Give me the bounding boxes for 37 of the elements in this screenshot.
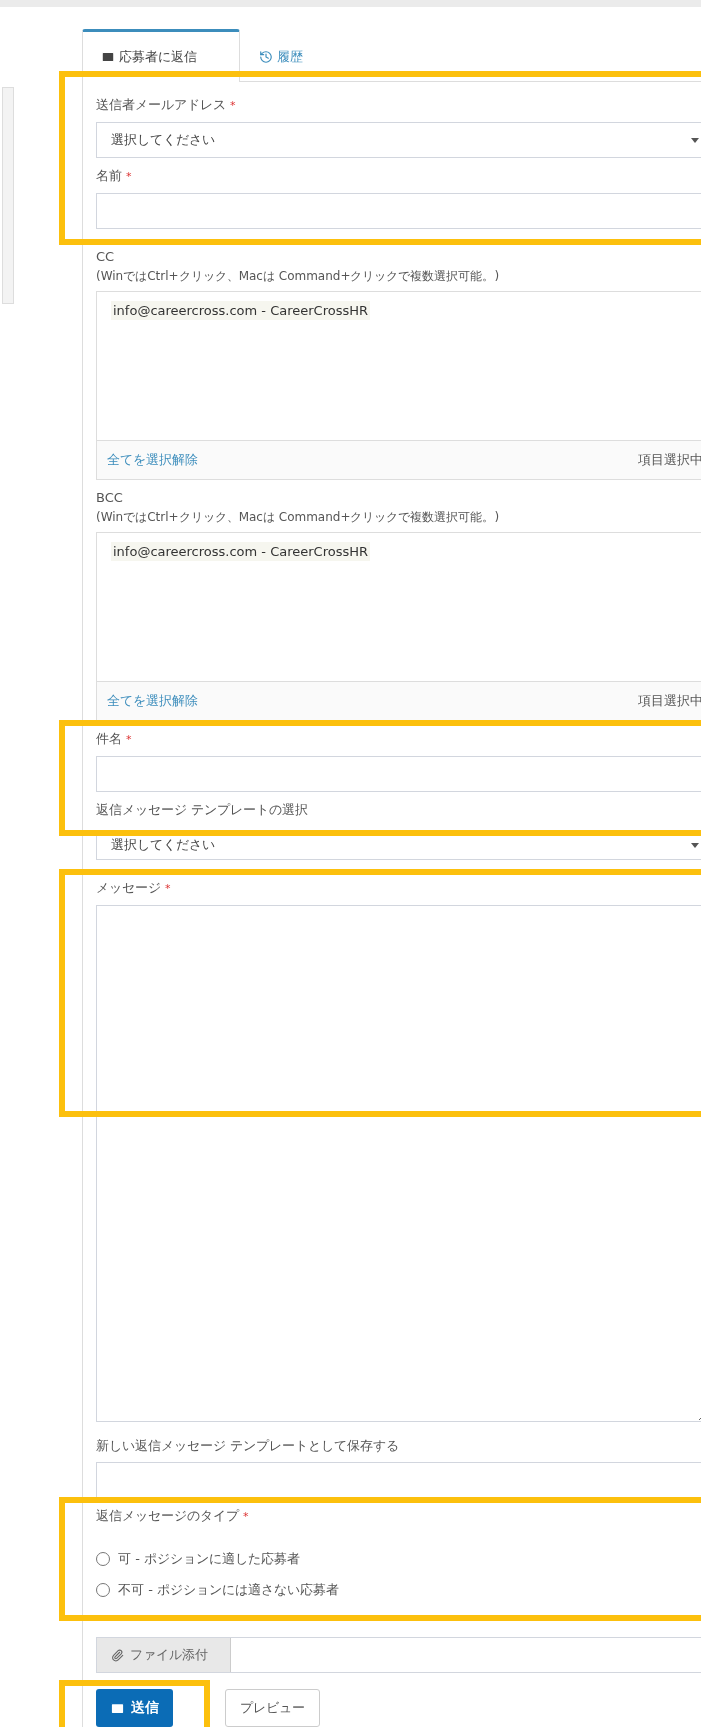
field-label: メッセージ * bbox=[96, 879, 172, 897]
message-textarea[interactable] bbox=[96, 905, 701, 1422]
field-label: CC bbox=[96, 248, 116, 266]
field-label: 名前 * bbox=[96, 167, 133, 185]
radio-label[interactable]: 可 - ポジションに適した応募者 bbox=[118, 1549, 300, 1568]
field-label: 送信者メールアドレス * bbox=[96, 96, 237, 114]
tab[interactable]: 履歴 bbox=[240, 29, 322, 82]
deselect-all-link[interactable]: 全てを選択解除 bbox=[107, 451, 198, 469]
selection-status: 項目選択中 bbox=[638, 692, 701, 710]
field-label: 件名 * bbox=[96, 730, 133, 748]
text-field[interactable] bbox=[96, 193, 701, 229]
history-icon bbox=[259, 50, 273, 64]
paperclip-icon bbox=[111, 1648, 124, 1662]
text-field[interactable] bbox=[96, 1462, 701, 1498]
preview-button[interactable]: プレビュー bbox=[225, 1689, 320, 1727]
selection-status: 項目選択中 bbox=[638, 451, 701, 469]
attach-file-button[interactable]: ファイル添付 bbox=[97, 1638, 231, 1672]
radio-button[interactable] bbox=[96, 1551, 110, 1566]
radio-button[interactable] bbox=[96, 1582, 110, 1597]
file-field[interactable]: ファイル添付 bbox=[96, 1637, 701, 1673]
listbox[interactable]: info@careercross.com - CareerCrossHR 全てを選択解除 項目選択中 bbox=[96, 532, 701, 721]
field-label: 新しい返信メッセージ テンプレートとして保存する bbox=[96, 1437, 401, 1455]
caret-icon bbox=[691, 137, 699, 143]
send-button[interactable]: 送信 bbox=[96, 1689, 173, 1727]
deselect-all-link[interactable]: 全てを選択解除 bbox=[107, 692, 198, 710]
field-label: 返信メッセージ テンプレートの選択 bbox=[96, 801, 310, 819]
select-field[interactable]: 選択してください bbox=[96, 122, 701, 158]
radio-label[interactable]: 不可 - ポジションには適さない応募者 bbox=[118, 1580, 339, 1599]
caret-icon bbox=[691, 842, 699, 848]
text-field[interactable] bbox=[96, 756, 701, 792]
list-option[interactable]: info@careercross.com - CareerCrossHR bbox=[111, 542, 371, 561]
list-option[interactable]: info@careercross.com - CareerCrossHR bbox=[111, 301, 371, 320]
hint-text: (WinではCtrl+クリック、Macは Command+クリックで複数選択可能。) bbox=[96, 509, 501, 526]
listbox[interactable]: info@careercross.com - CareerCrossHR 全てを選択解除 項目選択中 bbox=[96, 291, 701, 480]
field-label: 返信メッセージのタイプ * bbox=[96, 1507, 250, 1525]
field-label: BCC bbox=[96, 489, 124, 507]
hint-text: (WinではCtrl+クリック、Macは Command+クリックで複数選択可能。) bbox=[96, 268, 501, 285]
